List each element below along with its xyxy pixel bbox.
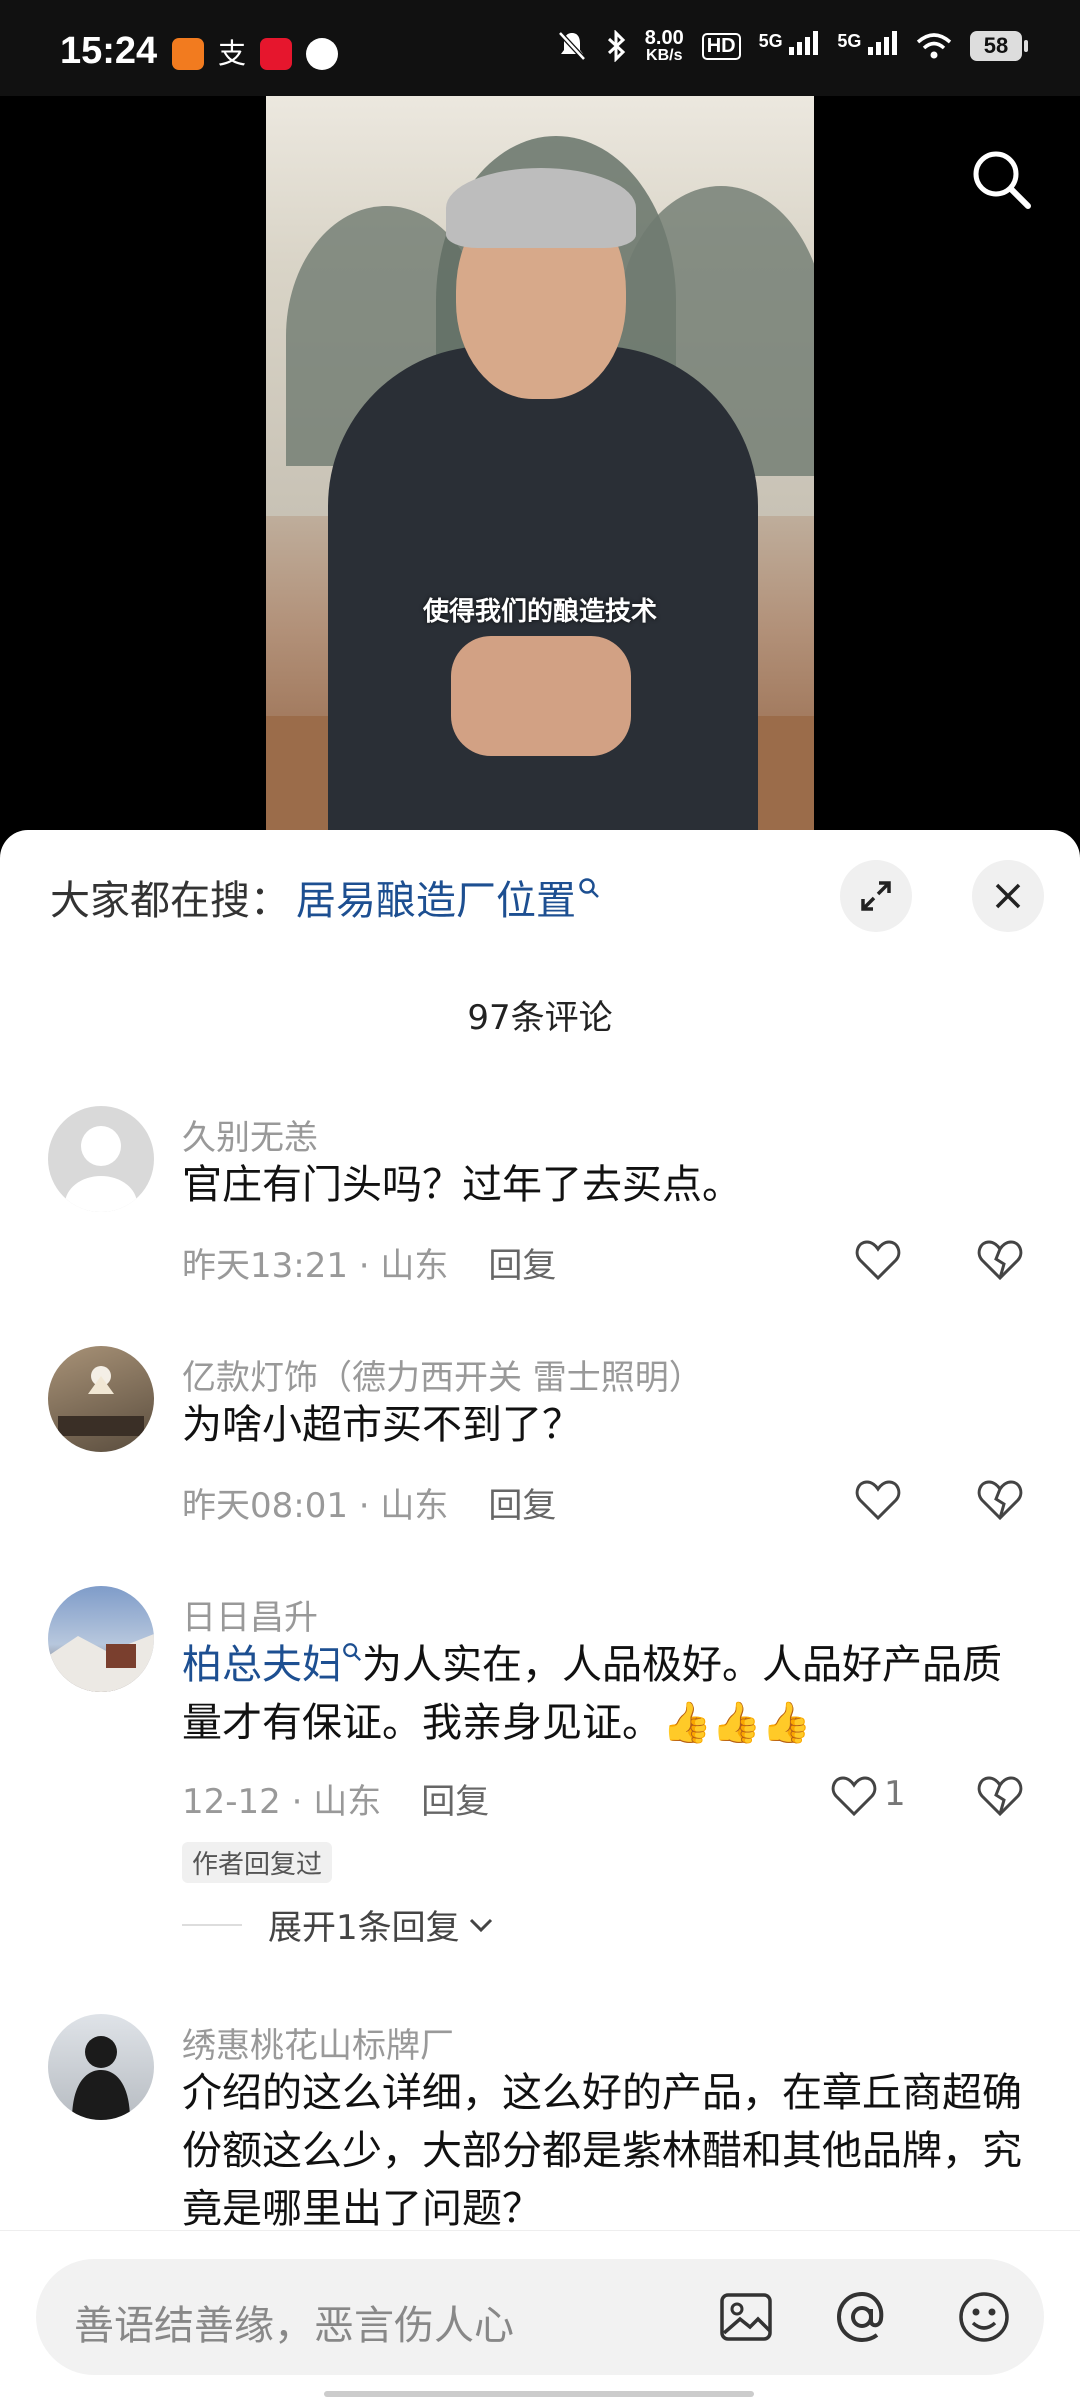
trending-search[interactable]: 大家都在搜： 居易酿造厂位置 <box>50 868 600 926</box>
comment-time-location: 昨天08:01 · 山东 <box>182 1486 449 1526</box>
avatar[interactable] <box>48 1106 154 1212</box>
reply-button[interactable]: 回复 <box>488 1246 556 1286</box>
wechat-app-icon <box>306 38 339 70</box>
bluetooth-icon <box>607 30 625 62</box>
video-subtitle: 使得我们的酿造技术 <box>422 597 657 627</box>
comment-sheet: 大家都在搜： 居易酿造厂位置 97条评论 久别无恙 官庄有门头吗？过年了去买点。 <box>0 830 1080 2400</box>
comment-meta: 昨天13:21 · 山东 回复 <box>182 1238 556 1287</box>
comment-meta: 12-12 · 山东 回复 <box>182 1774 489 1823</box>
close-sheet-button[interactable] <box>972 860 1044 932</box>
dislike-broken-heart-icon[interactable] <box>974 1234 1026 1286</box>
comment-input-placeholder: 善语结善缘，恶言伤人心 <box>74 2303 514 2349</box>
reply-button[interactable]: 回复 <box>421 1782 489 1822</box>
image-icon[interactable] <box>716 2287 776 2347</box>
comment-username[interactable]: 久别无恙 <box>182 1110 318 1159</box>
search-mini-icon <box>579 878 599 898</box>
status-bar: 15:24 支 8.00 KB/s HD 5G 5G 58 <box>0 0 1080 96</box>
author-replied-badge: 作者回复过 <box>182 1842 333 1883</box>
status-time: 15:24 <box>60 30 158 72</box>
mention-at-icon[interactable] <box>832 2287 892 2347</box>
speaker-hands <box>451 636 631 756</box>
video-player[interactable]: 使得我们的酿造技术 <box>0 96 1080 856</box>
search-mini-icon <box>343 1643 361 1661</box>
avatar[interactable] <box>48 1586 154 1692</box>
comment-time-location: 昨天13:21 · 山东 <box>182 1246 449 1286</box>
comment-username[interactable]: 日日昌升 <box>182 1590 318 1639</box>
chandelier-avatar-icon <box>58 1366 144 1436</box>
comment-text: 柏总夫妇 为人实在，人品极好。人品好产品质量才有保证。我亲身见证。👍👍👍 <box>182 1636 1032 1752</box>
emoji-icon[interactable] <box>954 2287 1014 2347</box>
battery-indicator: 58 <box>970 31 1028 61</box>
close-icon <box>995 883 1021 909</box>
search-icon[interactable] <box>970 148 1032 210</box>
trending-search-term[interactable]: 居易酿造厂位置 <box>296 868 576 926</box>
like-heart-icon[interactable] <box>852 1234 904 1286</box>
snow-landscape-avatar-icon <box>48 1634 154 1692</box>
signal-bars-icon <box>868 30 897 55</box>
comment-input-bar: 善语结善缘，恶言伤人心 <box>0 2230 1080 2401</box>
comment-count: 97条评论 <box>467 998 613 1038</box>
chevron-down-icon <box>469 1918 492 1932</box>
divider-line <box>182 1923 242 1926</box>
wifi-icon <box>916 33 952 59</box>
signal-5g-2: 5G <box>837 30 898 62</box>
net-speed: 8.00 KB/s <box>645 28 684 64</box>
comment-username[interactable]: 亿款灯饰（德力西开关 雷士照明） <box>182 1350 703 1399</box>
reply-button[interactable]: 回复 <box>488 1486 556 1526</box>
person-silhouette-avatar-icon <box>72 2036 130 2120</box>
expand-replies-button[interactable]: 展开1条回复 <box>182 1900 496 1949</box>
comment-input[interactable]: 善语结善缘，恶言伤人心 <box>36 2259 1044 2375</box>
mute-bell-icon <box>557 31 586 61</box>
avatar[interactable] <box>48 2014 154 2120</box>
net-speed-value: 8.00 <box>644 27 684 49</box>
video-frame: 使得我们的酿造技术 <box>266 96 814 856</box>
status-right: 8.00 KB/s HD 5G 5G 58 <box>557 28 1028 64</box>
expand-icon <box>861 881 891 911</box>
home-indicator[interactable] <box>324 2391 754 2397</box>
mention-link[interactable]: 柏总夫妇 <box>182 1642 342 1688</box>
comment-text: 官庄有门头吗？过年了去买点。 <box>182 1162 742 1208</box>
speaker-hair <box>446 168 636 248</box>
comment-text: 为啥小超市买不到了？ <box>182 1402 582 1448</box>
signal-bars-icon <box>789 30 819 55</box>
comment-meta: 昨天08:01 · 山东 回复 <box>182 1478 556 1527</box>
avatar[interactable] <box>48 1346 154 1452</box>
signal-5g-2-label: 5G <box>837 30 862 51</box>
default-avatar-icon <box>65 1126 137 1212</box>
notification-icons: 支 <box>172 37 339 70</box>
taobao-app-icon <box>172 38 204 70</box>
alipay-app-icon: 支 <box>218 37 247 70</box>
like-heart-icon[interactable] <box>852 1474 904 1526</box>
like-count: 1 <box>884 1774 906 1814</box>
like-heart-icon[interactable] <box>828 1770 880 1822</box>
comment-time-location: 12-12 · 山东 <box>182 1782 382 1822</box>
expand-replies-label: 展开1条回复 <box>268 1908 460 1948</box>
weibo-app-icon <box>260 38 293 70</box>
trending-search-prefix: 大家都在搜： <box>50 878 290 924</box>
hd-label: HD <box>701 32 741 60</box>
expand-sheet-button[interactable] <box>840 860 912 932</box>
dislike-broken-heart-icon[interactable] <box>974 1474 1026 1526</box>
comment-username[interactable]: 绣惠桃花山标牌厂 <box>182 2018 454 2067</box>
dislike-broken-heart-icon[interactable] <box>974 1770 1026 1822</box>
signal-5g-1: 5G <box>758 30 820 62</box>
net-speed-unit: KB/s <box>646 47 683 64</box>
signal-5g-1-label: 5G <box>758 30 783 51</box>
comment-text: 介绍的这么详细，这么好的产品，在章丘商超确份额这么少，大部分都是紫林醋和其他品牌… <box>182 2070 1022 2232</box>
